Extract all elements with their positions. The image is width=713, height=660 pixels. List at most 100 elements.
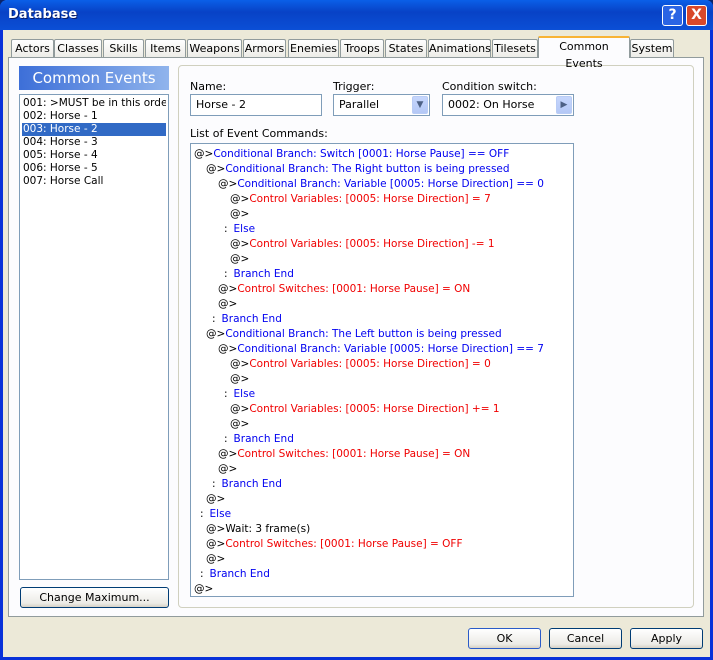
list-item[interactable]: 002: Horse - 1 xyxy=(22,110,166,123)
tab-states[interactable]: States xyxy=(385,39,427,58)
command-text: Control Switches: [0001: Horse Pause] = … xyxy=(237,283,471,295)
command-prefix: @> xyxy=(230,193,250,205)
trigger-label: Trigger: xyxy=(333,80,375,93)
command-line[interactable]: @> xyxy=(191,297,573,312)
command-text: Else xyxy=(233,388,256,400)
tab-armors[interactable]: Armors xyxy=(243,39,286,58)
command-line[interactable]: @> xyxy=(191,552,573,567)
tab-tilesets[interactable]: Tilesets xyxy=(492,39,538,58)
list-item[interactable]: 005: Horse - 4 xyxy=(22,149,166,162)
command-prefix: : xyxy=(224,268,228,280)
ok-button[interactable]: OK xyxy=(468,628,541,649)
command-prefix: @> xyxy=(206,523,226,535)
tab-skills[interactable]: Skills xyxy=(103,39,144,58)
command-prefix: @> xyxy=(206,163,226,175)
command-line[interactable]: @>Control Switches: [0001: Horse Pause] … xyxy=(191,537,573,552)
tab-actors[interactable]: Actors xyxy=(11,39,54,58)
command-text: Wait: 3 frame(s) xyxy=(225,523,311,535)
command-line[interactable]: @>Control Switches: [0001: Horse Pause] … xyxy=(191,282,573,297)
command-line[interactable]: @>Control Variables: [0005: Horse Direct… xyxy=(191,237,573,252)
command-line[interactable]: : Branch End xyxy=(191,312,573,327)
trigger-value: Parallel xyxy=(339,98,380,111)
title-bar[interactable]: Database ? X xyxy=(0,0,713,30)
apply-button[interactable]: Apply xyxy=(630,628,703,649)
command-line[interactable]: @>Control Variables: [0005: Horse Direct… xyxy=(191,357,573,372)
command-prefix: @> xyxy=(230,238,250,250)
command-text: Control Switches: [0001: Horse Pause] = … xyxy=(225,538,463,550)
command-line[interactable]: @>Conditional Branch: Switch [0001: Hors… xyxy=(191,147,573,162)
cancel-button[interactable]: Cancel xyxy=(549,628,622,649)
command-text: Branch End xyxy=(233,433,294,445)
command-prefix: @> xyxy=(206,553,226,565)
list-item[interactable]: 003: Horse - 2 xyxy=(22,123,166,136)
command-line[interactable]: @>Wait: 3 frame(s) xyxy=(191,522,573,537)
command-line[interactable]: @> xyxy=(191,252,573,267)
command-line[interactable]: @>Conditional Branch: The Left button is… xyxy=(191,327,573,342)
tab-animations[interactable]: Animations xyxy=(428,39,491,58)
command-line[interactable]: @> xyxy=(191,372,573,387)
command-prefix: @> xyxy=(230,403,250,415)
common-events-list[interactable]: 001: >MUST be in this order< 002: Horse -… xyxy=(19,94,169,580)
command-line[interactable]: @>Conditional Branch: Variable [0005: Ho… xyxy=(191,177,573,192)
command-line[interactable]: : Branch End xyxy=(191,267,573,282)
command-line[interactable]: @> xyxy=(191,417,573,432)
tab-classes[interactable]: Classes xyxy=(54,39,102,58)
list-item[interactable]: 007: Horse Call xyxy=(22,175,166,188)
command-line[interactable]: @>Control Variables: [0005: Horse Direct… xyxy=(191,192,573,207)
command-prefix: @> xyxy=(230,208,250,220)
command-line[interactable]: @>Conditional Branch: The Right button i… xyxy=(191,162,573,177)
tab-enemies[interactable]: Enemies xyxy=(288,39,339,58)
command-text: Control Variables: [0005: Horse Directio… xyxy=(249,358,491,370)
command-line[interactable]: : Branch End xyxy=(191,432,573,447)
command-prefix: : xyxy=(224,388,228,400)
trigger-select[interactable]: Parallel ▼ xyxy=(333,94,430,116)
close-button[interactable]: X xyxy=(686,5,707,26)
command-prefix: @> xyxy=(230,418,250,430)
common-events-header: Common Events xyxy=(19,66,169,90)
chevron-down-icon[interactable]: ▼ xyxy=(412,96,428,114)
tab-weapons[interactable]: Weapons xyxy=(187,39,242,58)
command-line[interactable]: @> xyxy=(191,582,573,597)
tab-system[interactable]: System xyxy=(630,39,674,58)
command-line[interactable]: : Branch End xyxy=(191,477,573,492)
command-prefix: @> xyxy=(194,583,214,595)
window-title: Database xyxy=(8,7,78,22)
help-button[interactable]: ? xyxy=(662,5,683,26)
command-text: Else xyxy=(233,223,256,235)
command-line[interactable]: : Else xyxy=(191,387,573,402)
name-input[interactable]: Horse - 2 xyxy=(190,94,322,116)
tab-items[interactable]: Items xyxy=(145,39,186,58)
command-prefix: @> xyxy=(218,298,238,310)
command-prefix: @> xyxy=(218,463,238,475)
list-item[interactable]: 004: Horse - 3 xyxy=(22,136,166,149)
command-text: Conditional Branch: The Left button is b… xyxy=(225,328,502,340)
command-prefix: @> xyxy=(206,538,226,550)
command-prefix: : xyxy=(224,433,228,445)
command-line[interactable]: @>Control Switches: [0001: Horse Pause] … xyxy=(191,447,573,462)
command-line[interactable]: : Branch End xyxy=(191,567,573,582)
command-text: Branch End xyxy=(221,313,282,325)
command-line[interactable]: @>Conditional Branch: Variable [0005: Ho… xyxy=(191,342,573,357)
command-text: Branch End xyxy=(221,478,282,490)
command-line[interactable]: @> xyxy=(191,492,573,507)
command-prefix: @> xyxy=(218,178,238,190)
change-maximum-button[interactable]: Change Maximum... xyxy=(20,587,169,608)
command-line[interactable]: @> xyxy=(191,462,573,477)
condition-switch-field[interactable]: 0002: On Horse ▶ xyxy=(442,94,574,116)
list-item[interactable]: 006: Horse - 5 xyxy=(22,162,166,175)
condition-switch-label: Condition switch: xyxy=(442,80,537,93)
command-line[interactable]: @> xyxy=(191,207,573,222)
tab-common-events[interactable]: Common Events xyxy=(538,36,630,70)
chevron-right-icon[interactable]: ▶ xyxy=(556,96,572,114)
command-line[interactable]: : Else xyxy=(191,222,573,237)
command-prefix: @> xyxy=(206,328,226,340)
command-prefix: @> xyxy=(206,493,226,505)
list-item[interactable]: 001: >MUST be in this order< xyxy=(22,97,166,110)
command-line[interactable]: : Else xyxy=(191,507,573,522)
tab-troops[interactable]: Troops xyxy=(340,39,384,58)
command-text: Conditional Branch: The Right button is … xyxy=(225,163,510,175)
command-prefix: @> xyxy=(218,343,238,355)
command-line[interactable]: @>Control Variables: [0005: Horse Direct… xyxy=(191,402,573,417)
event-commands-list[interactable]: @> Conditional Branch: Switch [0001: Hors… xyxy=(190,143,574,597)
command-text: Conditional Branch: Switch [0001: Horse … xyxy=(213,148,510,160)
